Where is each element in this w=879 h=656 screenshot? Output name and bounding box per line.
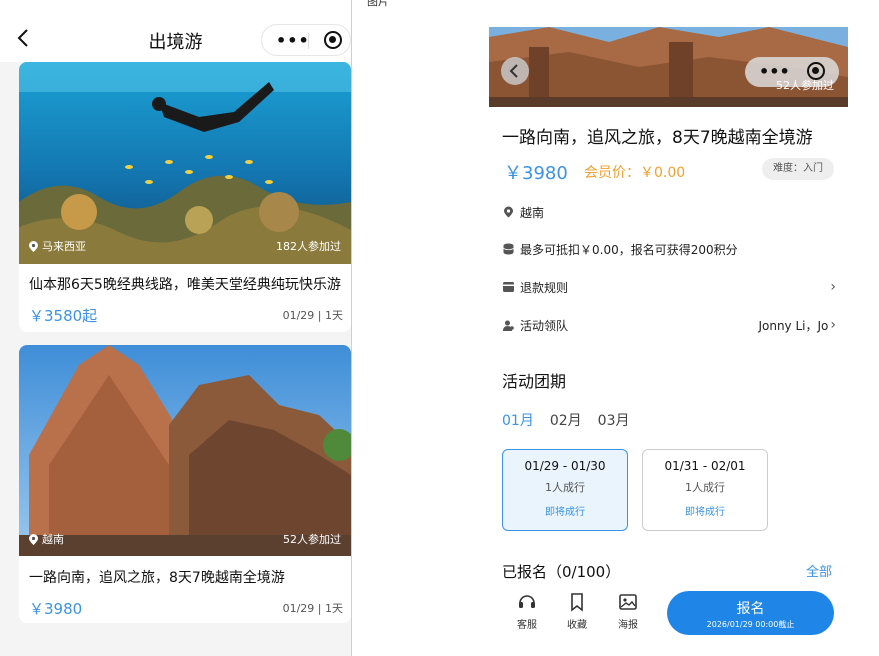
period-option[interactable]: 01/29 - 01/30 1人成行 即将成行 — [502, 449, 628, 531]
participants-count: 52人参加过 — [283, 533, 341, 546]
leader-label: 活动领队 — [520, 318, 569, 333]
wallet-icon — [502, 281, 514, 293]
trip-photo-diving — [19, 62, 351, 264]
chevron-right-icon: › — [830, 279, 836, 295]
screen: 出境游 ••• 马来西亚 182人参加过 仙本那6天5晚经典线路，唯美天堂经典纯… — [0, 0, 879, 656]
trip-date-duration: 01/29 | 1天 — [282, 602, 343, 615]
signed-up-count: 已报名（0/100） — [502, 563, 621, 581]
month-tabs: 01月 02月 03月 — [502, 410, 629, 430]
period-count: 1人成行 — [685, 481, 725, 494]
customer-service-button[interactable]: 客服 — [507, 592, 547, 631]
info-location: 越南 — [502, 202, 836, 222]
period-range: 01/29 - 01/30 — [524, 459, 606, 473]
schedule-section-title: 活动团期 — [502, 372, 567, 391]
location-tag: 越南 — [29, 531, 64, 547]
image-label: 图片 — [367, 0, 389, 8]
tab-month-02[interactable]: 02月 — [550, 410, 582, 430]
period-option[interactable]: 01/31 - 02/01 1人成行 即将成行 — [642, 449, 768, 531]
signup-deadline: 2026/01/29 00:00截止 — [706, 620, 795, 629]
participants-count: 52人参加过 — [776, 79, 834, 92]
close-target-icon[interactable] — [324, 31, 342, 49]
leader-value-group: Jonny Li，Jo › — [758, 317, 836, 334]
trip-title: 仙本那6天5晚经典线路，唯美天堂经典纯玩快乐游 — [29, 277, 341, 293]
trip-date-duration: 01/29 | 1天 — [282, 309, 343, 322]
participants-count: 182人参加过 — [276, 240, 341, 253]
signup-button[interactable]: 报名 2026/01/29 00:00截止 — [667, 591, 834, 635]
location-text: 越南 — [520, 205, 545, 220]
capsule-divider — [308, 33, 309, 49]
tab-month-03[interactable]: 03月 — [598, 410, 630, 430]
refund-label: 退款规则 — [520, 280, 569, 295]
trip-card[interactable]: 越南 52人参加过 一路向南，追风之旅，8天7晚越南全境游 ￥3980 01/2… — [19, 345, 351, 623]
chevron-right-icon: › — [830, 317, 836, 333]
view-all-link[interactable]: 全部 — [806, 561, 832, 580]
bookmark-icon — [571, 593, 583, 612]
user-icon — [502, 319, 514, 331]
signup-label: 报名 — [736, 601, 765, 617]
pane-divider — [351, 0, 352, 656]
trip-title: 一路向南，追风之旅，8天7晚越南全境游 — [29, 570, 285, 586]
headset-icon — [519, 595, 535, 608]
trip-price: ￥3580起 — [29, 307, 98, 325]
location-text: 越南 — [42, 533, 64, 546]
difficulty-badge: 难度：入门 — [762, 158, 834, 180]
detail-hero: ••• 52人参加过 — [489, 27, 848, 107]
more-icon[interactable]: ••• — [276, 31, 310, 50]
period-range: 01/31 - 02/01 — [664, 459, 746, 473]
trip-card[interactable]: 马来西亚 182人参加过 仙本那6天5晚经典线路，唯美天堂经典纯玩快乐游 ￥35… — [19, 62, 351, 332]
info-leader-row[interactable]: 活动领队 Jonny Li，Jo › — [502, 315, 836, 335]
trip-photo-temple — [19, 345, 351, 556]
trip-price: ￥3980 — [29, 600, 83, 618]
trip-title: 一路向南，追风之旅，8天7晚越南全境游 — [502, 128, 813, 148]
image-icon — [619, 594, 637, 610]
period-count: 1人成行 — [545, 481, 585, 494]
coins-icon — [502, 243, 514, 255]
nav-bar: 出境游 ••• — [0, 0, 351, 62]
location-text: 马来西亚 — [42, 240, 86, 253]
tab-month-01[interactable]: 01月 — [502, 410, 534, 430]
poster-label: 海报 — [618, 620, 638, 631]
period-status: 即将成行 — [545, 507, 585, 518]
favorite-button[interactable]: 收藏 — [557, 592, 597, 631]
location-pin-icon — [502, 206, 514, 218]
info-refund-row[interactable]: 退款规则 › — [502, 277, 836, 297]
poster-button[interactable]: 海报 — [608, 592, 648, 631]
leader-names: Jonny Li，Jo — [758, 318, 829, 333]
back-button[interactable] — [501, 57, 529, 85]
points-text: 最多可抵扣￥0.00，报名可获得200积分 — [520, 242, 738, 257]
period-status: 即将成行 — [685, 507, 725, 518]
trip-price: ￥3980 — [504, 163, 568, 184]
customer-service-label: 客服 — [517, 620, 537, 631]
favorite-label: 收藏 — [567, 620, 587, 631]
trip-list-pane: 出境游 ••• 马来西亚 182人参加过 仙本那6天5晚经典线路，唯美天堂经典纯… — [0, 0, 351, 656]
location-pin-icon — [29, 533, 38, 545]
refund-arrow: › — [830, 279, 836, 295]
member-price: 会员价：￥0.00 — [584, 165, 686, 181]
location-pin-icon — [29, 240, 38, 252]
location-tag: 马来西亚 — [29, 238, 86, 254]
back-icon — [509, 64, 518, 78]
mini-program-capsule: ••• — [261, 24, 351, 56]
info-points: 最多可抵扣￥0.00，报名可获得200积分 — [502, 239, 836, 259]
